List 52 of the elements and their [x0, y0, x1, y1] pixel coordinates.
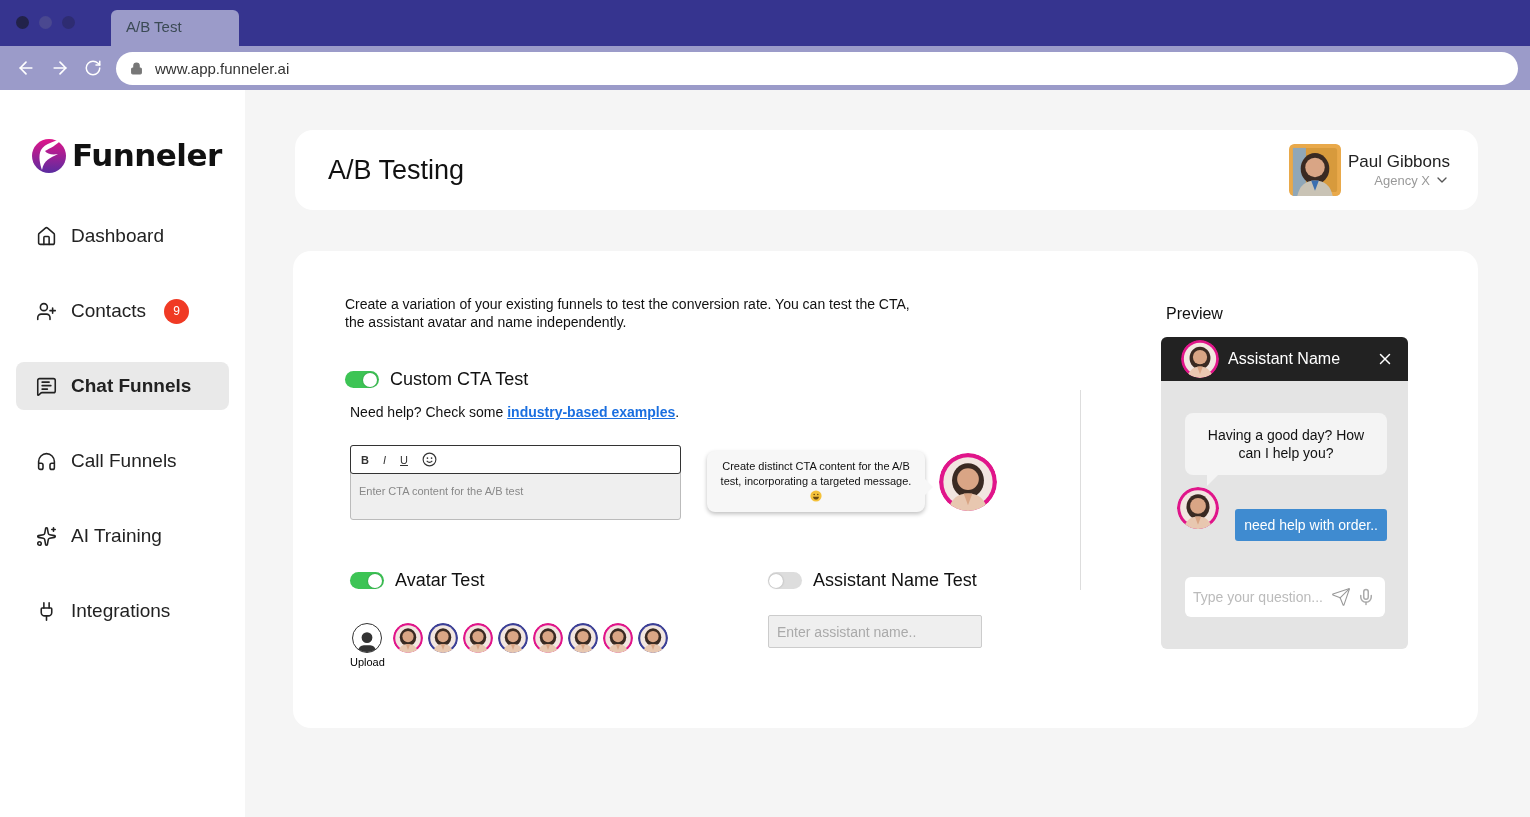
nav-item[interactable]: Dashboard	[16, 212, 229, 260]
home-icon	[36, 225, 57, 247]
address-bar[interactable]: www.app.funneler.ai	[116, 51, 1518, 85]
toggle-switch[interactable]	[345, 371, 379, 388]
format-button[interactable]: B	[361, 453, 369, 466]
toggle-switch[interactable]	[350, 572, 384, 589]
emoji-icon[interactable]	[421, 452, 437, 467]
page-title: A/B Testing	[328, 154, 466, 186]
user-message: need help with order..	[1235, 509, 1387, 541]
toggle-label: Assistant Name Test	[813, 570, 977, 591]
browser-tab[interactable]: A/B Test	[111, 10, 239, 46]
name-input[interactable]: Enter assistant name..	[768, 615, 982, 648]
help-text: Need help? Check some industry-based examples.	[350, 404, 681, 420]
reload-icon[interactable]	[84, 59, 102, 77]
cta-input[interactable]: Enter CTA content for the A/B test	[351, 485, 680, 497]
send-icon[interactable]	[1331, 587, 1351, 607]
format-button[interactable]: U	[400, 453, 408, 466]
question-field[interactable]: Type your question...	[1185, 577, 1385, 617]
toggle-switch[interactable]	[768, 572, 802, 589]
format-button[interactable]: I	[382, 453, 386, 466]
intro-text: Create a variation of your existing funnels to test the conversion rate. You can test the CTA, the assistant avatar and name independently.	[345, 295, 911, 331]
nav-item[interactable]: AI Training	[16, 512, 229, 560]
nav-label: Chat Funnels	[71, 375, 192, 397]
window-maximize-dot[interactable]	[62, 15, 75, 29]
nav-item[interactable]: Contacts 9	[16, 287, 229, 335]
preview-title: Preview	[1166, 305, 1224, 323]
logo-text: Funneler	[72, 137, 222, 173]
nav-item[interactable]: Call Funnels	[16, 437, 229, 485]
chat-icon	[36, 375, 57, 397]
nav-label: Dashboard	[71, 225, 164, 247]
bot-message: Having a good day? How can I help you?	[1185, 413, 1387, 475]
grinning-face-icon	[810, 490, 822, 502]
sparkles-icon	[36, 525, 57, 547]
nav-item[interactable]: Integrations	[16, 587, 229, 635]
nav-label: AI Training	[71, 525, 162, 547]
count-badge: 9	[164, 298, 189, 324]
headphones-icon	[36, 450, 57, 472]
mic-icon[interactable]	[1357, 588, 1375, 606]
assistant-name: Assistant Name	[1228, 350, 1341, 368]
nav-label: Call Funnels	[71, 450, 177, 472]
user-name: Paul Gibbons	[1347, 152, 1450, 172]
nav-label: Contacts	[71, 300, 146, 322]
question-input[interactable]: Type your question...	[1193, 589, 1325, 605]
user-plus-icon	[36, 300, 57, 322]
toggle-label: Avatar Test	[395, 570, 485, 591]
nav-label: Integrations	[71, 600, 171, 622]
toggle-label: Custom CTA Test	[390, 369, 529, 390]
company-name: Agency X	[1374, 172, 1430, 188]
window-close-dot[interactable]	[16, 15, 29, 29]
logo-icon	[30, 136, 68, 174]
lock-icon	[130, 61, 143, 75]
nav-item[interactable]: Chat Funnels	[16, 362, 229, 410]
